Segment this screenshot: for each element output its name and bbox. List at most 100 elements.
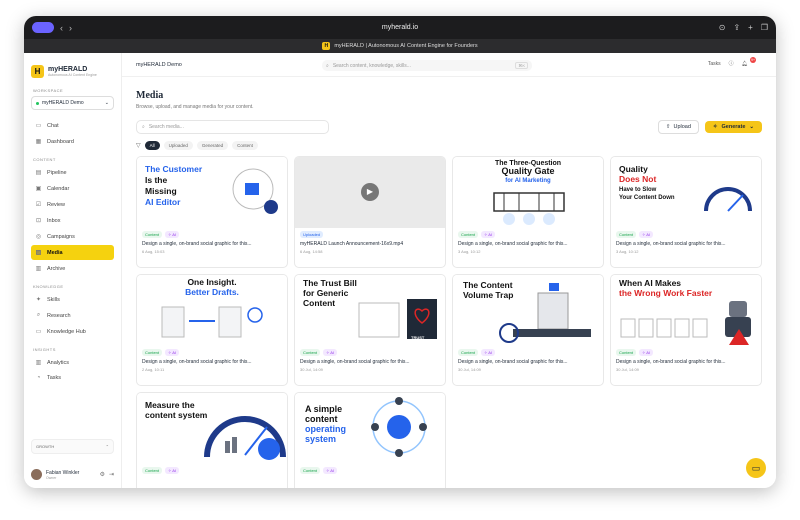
media-card[interactable]: The Content Volume Trap Content ✧ AI Desi… — [452, 274, 604, 386]
sidebar-item-archive[interactable]: ▥ Archive — [31, 261, 114, 276]
trust-label: TRUST — [411, 335, 425, 340]
sidebar-item-dashboard[interactable]: ▦ Dashboard — [31, 134, 114, 149]
bell-icon[interactable]: 🔔︎ — [742, 61, 748, 67]
user-role: Owner — [46, 475, 57, 480]
thumb-text: Quality Gate — [501, 166, 555, 176]
generate-button[interactable]: ✧ Generate ⌄ — [704, 121, 762, 133]
filter-content[interactable]: Content — [232, 141, 258, 150]
media-card[interactable]: Measure the content system Content ✧ AI — [136, 392, 288, 488]
filter-all[interactable]: All — [144, 141, 160, 150]
play-icon[interactable]: ▶ — [361, 183, 379, 201]
tag-content: Content — [616, 349, 637, 356]
media-card[interactable]: The Customer Is the Missing AI Editor Co… — [136, 156, 288, 268]
user-profile[interactable]: Fabian Winkler Owner ⚙ ⇥ — [31, 469, 114, 480]
media-card[interactable]: Quality Does Not Have to Slow Your Conte… — [610, 156, 762, 268]
thumb-text: content — [305, 414, 338, 424]
thumb-text: Missing — [145, 186, 177, 196]
workspace-selector[interactable]: myHERALD Demo ⌄ — [31, 96, 114, 110]
thumb-text: Quality — [619, 164, 648, 174]
media-card[interactable]: ▶ Uploaded myHERALD Launch Announcement-… — [294, 156, 446, 268]
plan-badge[interactable]: GROWTH ⌃ — [31, 439, 114, 454]
operating-system-illustration — [371, 397, 427, 457]
media-thumbnail: The Customer Is the Missing AI Editor — [137, 157, 287, 228]
upload-icon: ⇧ — [665, 124, 671, 130]
sidebar-item-analytics[interactable]: ▥ Analytics — [31, 355, 114, 370]
thumb-text: the Wrong Work Faster — [619, 288, 713, 298]
brand-name: myHERALD — [48, 66, 88, 73]
address-bar[interactable]: myherald.io — [24, 24, 776, 31]
media-thumbnail: The Three-Question Quality Gate for AI M… — [453, 157, 603, 228]
media-thumbnail: Quality Does Not Have to Slow Your Conte… — [611, 157, 761, 228]
tab-title: myHERALD | Autonomous AI Content Engine … — [334, 43, 478, 49]
sidebar-item-review[interactable]: ☑ Review — [31, 197, 114, 212]
chat-launcher-button[interactable]: ▭ — [746, 458, 766, 478]
media-thumbnail: A simple content operating system — [295, 393, 445, 464]
media-card[interactable]: The Trust Bill for Generic Content TRUST… — [294, 274, 446, 386]
topbar-workspace: myHERALD Demo — [136, 61, 182, 68]
media-search-input[interactable]: ⌕ Search media... — [136, 120, 329, 134]
browser-titlebar: ‹ › myherald.io ⊙ ⇪ + ❐ — [24, 16, 776, 39]
logout-icon[interactable]: ⇥ — [109, 471, 114, 478]
knowledge-section-label: KNOWLEDGE — [33, 284, 64, 289]
media-search-placeholder: Search media... — [148, 124, 184, 130]
media-thumbnail: The Trust Bill for Generic Content TRUST — [295, 275, 445, 346]
tasks-button[interactable]: Tasks — [708, 61, 721, 67]
card-date: 30 Jul, 14:09 — [300, 367, 323, 372]
help-icon[interactable]: ⓘ — [729, 60, 734, 67]
media-card[interactable]: When AI Makes the Wrong Work Faster Cont… — [610, 274, 762, 386]
sidebar-item-label: Skills — [47, 296, 60, 303]
thumb-text: for Generic — [303, 288, 349, 298]
tag-ai: ✧ AI — [481, 349, 496, 356]
browser-tab[interactable]: H myHERALD | Autonomous AI Content Engin… — [24, 39, 776, 53]
tag-ai: ✧ AI — [481, 231, 496, 238]
card-date: 30 Jul, 14:09 — [616, 367, 639, 372]
sidebar-item-chat[interactable]: ▭ Chat — [31, 118, 114, 133]
thumb-text: Measure the — [145, 400, 195, 410]
ai-head-illustration — [232, 168, 278, 214]
campaigns-icon: ◎ — [35, 234, 42, 240]
media-card[interactable]: A simple content operating system Conten… — [294, 392, 446, 488]
chat-bubble-icon: ▭ — [751, 463, 761, 473]
search-icon: ⌕ — [326, 62, 329, 69]
workspace-name: myHERALD Demo — [42, 100, 84, 106]
media-card[interactable]: One Insight. Better Drafts. Content ✧ AI … — [136, 274, 288, 386]
upload-label: Upload — [673, 124, 691, 130]
sidebar-item-inbox[interactable]: ⊡ Inbox — [31, 213, 114, 228]
sidebar-item-label: Inbox — [47, 217, 61, 224]
thumb-text: Your Content Down — [619, 195, 675, 201]
insight-illustration — [161, 306, 263, 338]
card-title: myHERALD Launch Announcement-16x9.mp4 — [300, 241, 404, 247]
sidebar: H myHERALD Autonomous AI Content Engine … — [24, 53, 122, 488]
tag-content: Content — [458, 231, 479, 238]
sidebar-item-knowledge-hub[interactable]: ▭ Knowledge Hub — [31, 324, 114, 339]
trust-tag-illustration — [358, 299, 437, 339]
card-date: 6 Aug, 14:58 — [300, 249, 323, 254]
sidebar-item-label: Chat — [47, 122, 59, 129]
filter-icon[interactable]: ▽ — [136, 142, 141, 149]
brand[interactable]: H myHERALD Autonomous AI Content Engine — [31, 65, 114, 78]
filter-generated[interactable]: Generated — [196, 141, 229, 150]
sidebar-item-research[interactable]: ⌕ Research — [31, 308, 114, 323]
sidebar-item-tasks[interactable]: ◔ Tasks — [31, 371, 114, 385]
sidebar-item-media[interactable]: ▨ Media — [31, 245, 114, 260]
tag-content: Content — [142, 231, 163, 238]
tag-ai: ✧ AI — [165, 349, 180, 356]
tag-content: Content — [142, 349, 163, 356]
topbar: myHERALD Demo ⌕ Search content, knowledg… — [122, 53, 776, 77]
thumb-text: Is the — [145, 175, 168, 185]
gate-illustration — [493, 192, 565, 225]
card-date: 30 Jul, 14:09 — [458, 367, 481, 372]
media-card[interactable]: The Three-Question Quality Gate for AI M… — [452, 156, 604, 268]
sidebar-item-calendar[interactable]: ▣ Calendar — [31, 181, 114, 196]
analytics-icon: ▥ — [35, 360, 42, 366]
sidebar-item-campaigns[interactable]: ◎ Campaigns — [31, 229, 114, 244]
gear-icon[interactable]: ⚙ — [100, 471, 105, 478]
upload-button[interactable]: ⇧ Upload — [657, 120, 699, 134]
filter-uploaded[interactable]: Uploaded — [163, 141, 193, 150]
sidebar-item-pipeline[interactable]: ▤ Pipeline — [31, 165, 114, 180]
user-name: Fabian Winkler — [46, 469, 80, 476]
tag-ai: ✧ AI — [165, 467, 180, 474]
sidebar-item-skills[interactable]: ✦ Skills — [31, 292, 114, 307]
pipeline-icon: ▤ — [35, 170, 42, 176]
global-search-input[interactable]: ⌕ Search content, knowledge, skills... ⌘… — [322, 60, 532, 71]
